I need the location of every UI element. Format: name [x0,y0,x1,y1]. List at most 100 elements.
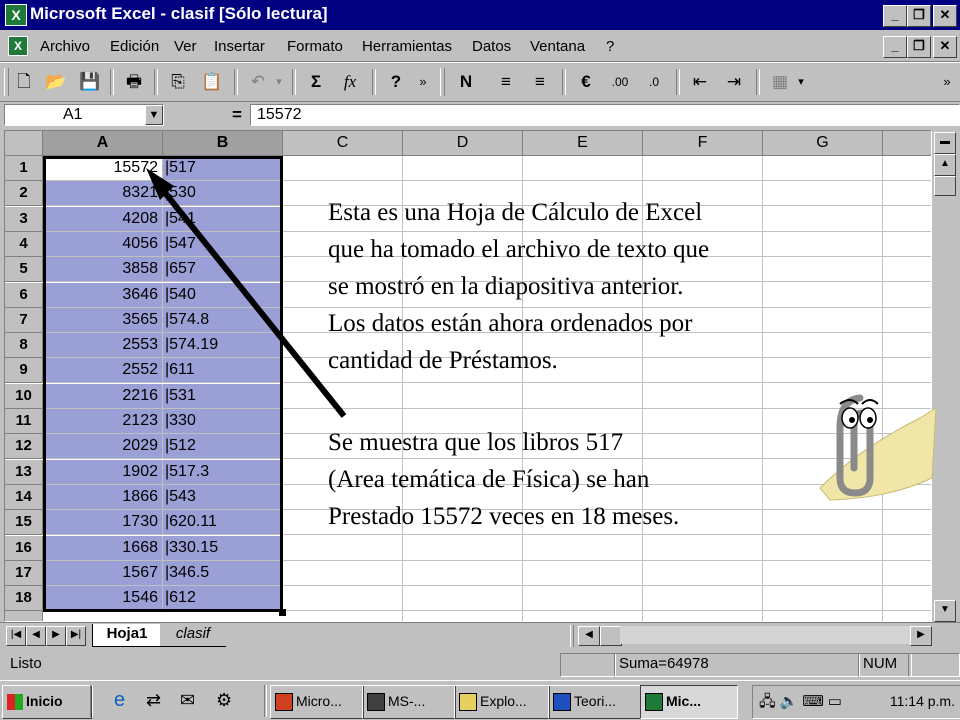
clock[interactable]: 11:14 p.m. [890,686,955,716]
align-center-icon[interactable]: ≡ [526,68,554,96]
menu-ver[interactable]: Ver [174,38,197,55]
name-box[interactable]: A1 ▼ [4,104,164,126]
copy-icon[interactable]: ⎘ [164,68,192,96]
cell-b[interactable]: |611 [163,358,282,384]
cell-a[interactable]: 1668 [43,535,163,561]
maximize-button[interactable]: ❐ [907,5,931,27]
print-icon[interactable]: 🖶 [120,68,148,96]
borders-icon[interactable]: ▦ [766,68,794,96]
scroll-down-icon[interactable]: ▼ [934,600,956,622]
taskbar-button-powerpoint[interactable]: Micro... [270,685,364,719]
cell-b[interactable]: |517 [163,156,282,181]
column-header-g[interactable]: G [763,131,883,156]
cell-b[interactable]: |330 [163,409,282,434]
column-header-e[interactable]: E [523,131,643,156]
horizontal-scroll-track[interactable] [620,626,910,644]
scroll-up-icon[interactable]: ▲ [934,154,956,176]
increase-decimal-icon[interactable]: .00 [606,68,634,96]
tab-split-bar[interactable] [570,625,574,647]
cell-b[interactable]: |612 [163,586,282,612]
autosum-icon[interactable]: Σ [302,68,330,96]
next-sheet-icon[interactable]: ▶ [46,626,66,646]
more-buttons-right-icon[interactable]: » [938,68,956,96]
row-header[interactable]: 4 [5,231,43,257]
horizontal-scroll-thumb[interactable] [600,626,622,646]
office-assistant-clip-icon[interactable] [800,378,940,508]
vertical-scrollbar[interactable]: ▬ ▲ ▼ [932,130,956,622]
decrease-indent-icon[interactable]: ⇤ [686,68,714,96]
menu-formato[interactable]: Formato [287,38,343,55]
row-header[interactable]: 2 [5,181,43,207]
cell-a[interactable]: 1866 [43,484,163,510]
row-header[interactable]: 14 [5,484,43,510]
tray-monitor-icon[interactable]: ▭ [828,693,842,710]
select-all-corner[interactable] [5,131,43,156]
cell-b[interactable]: |574.19 [163,333,282,359]
scroll-right-icon[interactable]: ▶ [910,626,932,646]
channels-icon[interactable]: ⚙ [212,685,244,717]
row-header[interactable]: 10 [5,383,43,409]
row-header[interactable]: 8 [5,333,43,359]
column-header-h[interactable] [883,131,931,156]
equals-sign[interactable]: = [232,105,242,125]
menu-ventana[interactable]: Ventana [530,38,585,55]
close-button[interactable]: ✕ [933,5,957,27]
row-header-partial[interactable] [5,611,43,621]
menu-herramientas[interactable]: Herramientas [362,38,452,55]
help-icon[interactable]: ? [382,68,410,96]
save-icon[interactable]: 💾 [76,68,104,96]
column-header-a[interactable]: A [43,131,163,156]
bold-icon[interactable]: N [452,68,480,96]
cell-b[interactable]: |620.11 [163,510,282,536]
cell-a[interactable]: 3565 [43,307,163,333]
row-header[interactable]: 12 [5,434,43,460]
doc-minimize-button[interactable]: _ [883,36,907,58]
cell-a[interactable]: 4208 [43,206,163,232]
menu-help[interactable]: ? [606,38,614,55]
borders-dropdown-icon[interactable]: ▾ [794,68,808,96]
taskbar-button-msdos[interactable]: MS-... [362,685,456,719]
menu-edicion[interactable]: Edición [110,38,159,55]
column-header-b[interactable]: B [163,131,283,156]
cell-b[interactable]: |574.8 [163,307,282,333]
undo-icon[interactable]: ↶ [244,68,272,96]
tray-network-icon[interactable]: 🖧 [759,693,776,710]
excel-app-icon[interactable]: X [5,4,27,26]
cell-b[interactable]: |530 [163,181,282,207]
function-icon[interactable]: fx [336,68,364,96]
cell-a[interactable]: 1902 [43,459,163,485]
row-header[interactable]: 1 [5,156,43,181]
increase-indent-icon[interactable]: ⇥ [720,68,748,96]
cell-b[interactable]: |330.15 [163,535,282,561]
row-header[interactable]: 16 [5,535,43,561]
cell-b[interactable]: |657 [163,257,282,283]
more-buttons-icon[interactable]: » [414,68,432,96]
row-header[interactable]: 15 [5,510,43,536]
row-header[interactable]: 9 [5,358,43,384]
taskbar-button-excel[interactable]: Mic... [640,685,738,719]
align-left-icon[interactable]: ≡ [492,68,520,96]
cell-a[interactable]: 2552 [43,358,163,384]
row-header[interactable]: 5 [5,257,43,283]
cell-b[interactable]: |531 [163,383,282,409]
paste-icon[interactable]: 📋 [198,68,226,96]
active-cell[interactable]: 15572 [43,156,163,181]
row-header[interactable]: 13 [5,459,43,485]
menu-archivo[interactable]: Archivo [40,38,90,55]
row-header[interactable]: 3 [5,206,43,232]
prev-sheet-icon[interactable]: ◀ [26,626,46,646]
split-box[interactable]: ▬ [934,132,956,154]
minimize-button[interactable]: _ [883,5,907,27]
cell-b[interactable]: |547 [163,231,282,257]
tab-hoja1[interactable]: Hoja1 [92,624,162,647]
row-header[interactable]: 7 [5,307,43,333]
cell-b[interactable]: |512 [163,434,282,460]
column-header-f[interactable]: F [643,131,763,156]
scroll-thumb[interactable] [934,176,956,196]
cell-b[interactable]: |517.3 [163,459,282,485]
internet-explorer-icon[interactable]: e [110,685,142,717]
row-header[interactable]: 11 [5,409,43,434]
menu-insertar[interactable]: Insertar [214,38,265,55]
cell-a[interactable]: 2029 [43,434,163,460]
cell-b[interactable]: |543 [163,484,282,510]
